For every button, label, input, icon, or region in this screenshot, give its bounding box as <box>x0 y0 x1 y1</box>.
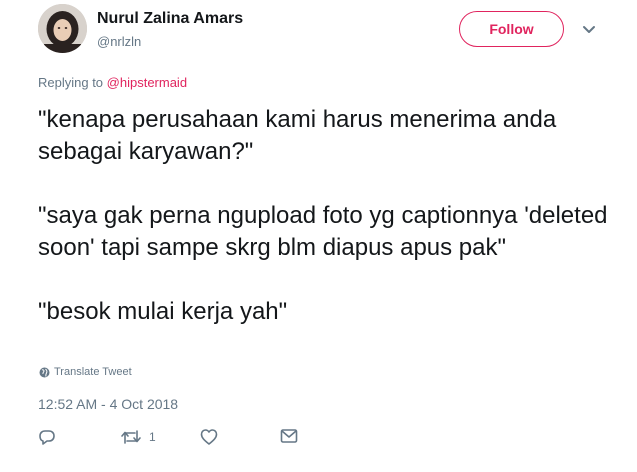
retweet-icon <box>121 430 141 444</box>
tweet-timestamp[interactable]: 12:52 AM - 4 Oct 2018 <box>38 396 178 412</box>
avatar-image <box>38 4 87 53</box>
like-icon <box>200 429 218 445</box>
retweet-count: 1 <box>149 430 156 444</box>
author-display-name[interactable]: Nurul Zalina Amars <box>97 10 243 28</box>
translate-label: Translate Tweet <box>54 366 132 378</box>
chevron-down-icon[interactable] <box>581 23 597 35</box>
globe-icon <box>39 367 50 377</box>
translate-tweet-link[interactable]: Translate Tweet <box>39 366 132 378</box>
reply-button[interactable] <box>38 428 56 446</box>
like-button[interactable] <box>200 428 218 446</box>
reply-icon <box>39 430 55 445</box>
tweet-paragraph: "kenapa perusahaan kami harus menerima a… <box>38 106 557 165</box>
avatar[interactable] <box>38 4 87 53</box>
reply-context: Replying to @hipstermaid <box>38 75 187 90</box>
direct-message-button[interactable] <box>280 428 298 444</box>
reply-prefix: Replying to <box>38 75 107 90</box>
tweet-text: "kenapa perusahaan kami harus menerima a… <box>38 104 628 328</box>
retweet-button[interactable]: 1 <box>120 428 156 446</box>
tweet-card: Nurul Zalina Amars @nrlzln Follow Replyi… <box>0 0 637 472</box>
message-icon <box>280 429 298 443</box>
reply-mention-link[interactable]: @hipstermaid <box>107 75 187 90</box>
tweet-paragraph: "besok mulai kerja yah" <box>38 298 288 325</box>
follow-button[interactable]: Follow <box>459 11 564 47</box>
tweet-paragraph: "saya gak perna ngupload foto yg caption… <box>38 202 608 261</box>
author-handle[interactable]: @nrlzln <box>97 34 141 49</box>
